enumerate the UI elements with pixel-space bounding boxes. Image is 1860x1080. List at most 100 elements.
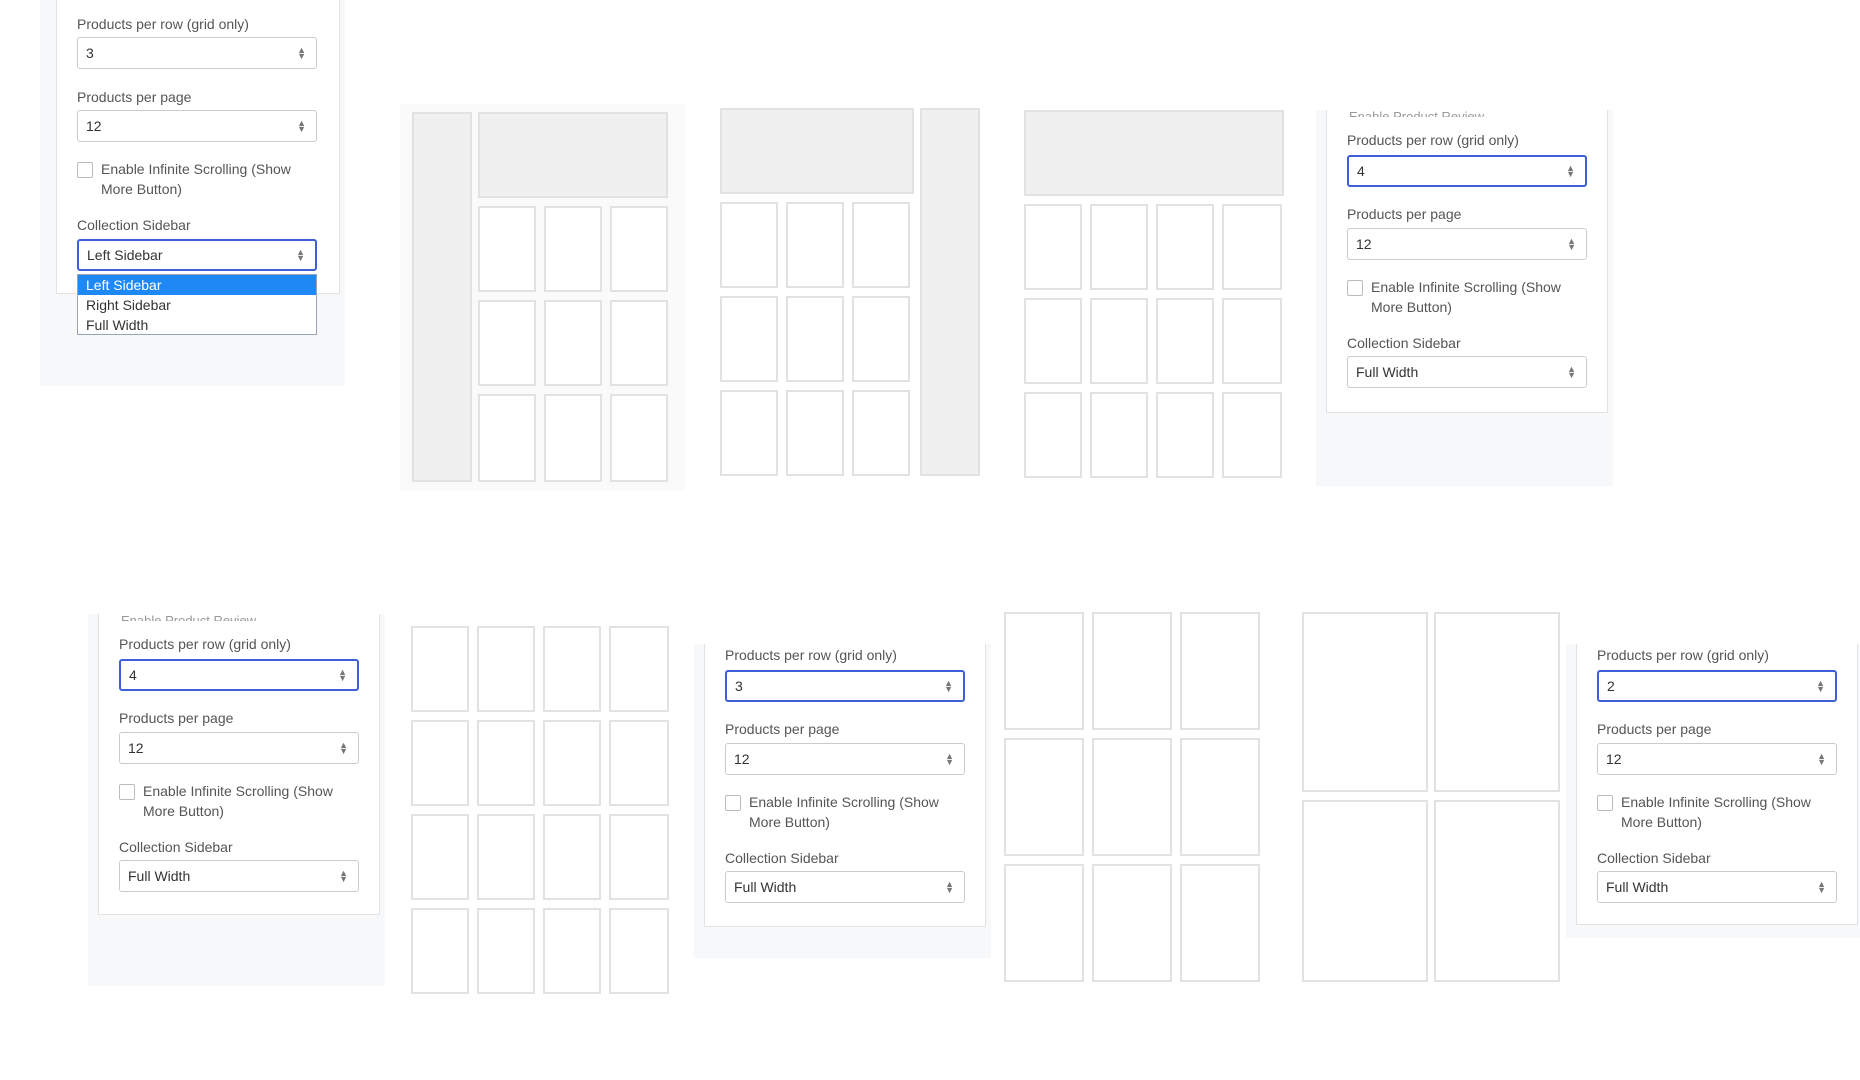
select-arrows-icon: ▲ ▼ xyxy=(297,45,306,61)
product-tile xyxy=(610,394,668,482)
products-per-row-label: Products per row (grid only) xyxy=(77,16,249,32)
collection-sidebar-select[interactable]: Full Width ▲ ▼ xyxy=(119,860,359,892)
dropdown-option-left-sidebar[interactable]: Left Sidebar xyxy=(78,275,316,295)
layout-preview-left-sidebar xyxy=(400,104,685,490)
products-per-row-value: 4 xyxy=(1357,163,1365,179)
sidebar-block xyxy=(920,108,980,476)
select-arrows-icon: ▲ ▼ xyxy=(945,751,954,767)
product-tile xyxy=(478,300,536,386)
dropdown-option-right-sidebar[interactable]: Right Sidebar xyxy=(78,295,316,315)
products-per-page-value: 12 xyxy=(1356,236,1372,252)
collection-sidebar-value: Full Width xyxy=(1356,364,1419,380)
settings-panel-3: Enable Product Review Products per row (… xyxy=(98,614,380,915)
product-tile xyxy=(1090,392,1148,478)
products-per-row-select[interactable]: 3 ▲ ▼ xyxy=(77,37,317,69)
layout-preview-3-col-grid xyxy=(1004,612,1262,982)
product-tile xyxy=(1156,298,1214,384)
product-tile xyxy=(1024,298,1082,384)
products-per-page-select[interactable]: 12 ▲ ▼ xyxy=(1347,228,1587,260)
dropdown-option-full-width[interactable]: Full Width xyxy=(78,315,316,335)
products-per-page-value: 12 xyxy=(128,740,144,756)
enable-product-review-label: Enable Product Review xyxy=(121,614,256,621)
collection-sidebar-select[interactable]: Left Sidebar ▲ ▼ xyxy=(77,239,317,271)
product-tile xyxy=(1434,612,1560,792)
products-per-page-label: Products per page xyxy=(119,710,234,726)
collection-sidebar-select[interactable]: Full Width ▲ ▼ xyxy=(725,871,965,903)
product-tile xyxy=(1092,612,1172,730)
products-per-page-label: Products per page xyxy=(77,89,192,105)
product-tile xyxy=(610,206,668,292)
infinite-scroll-checkbox[interactable] xyxy=(1347,280,1363,296)
product-tile xyxy=(1092,738,1172,856)
products-per-page-value: 12 xyxy=(734,751,750,767)
products-per-row-select[interactable]: 4 ▲ ▼ xyxy=(1347,155,1587,187)
layout-preview-2-col-grid xyxy=(1302,612,1560,982)
select-arrows-icon: ▲ ▼ xyxy=(339,740,348,756)
collection-sidebar-value: Full Width xyxy=(1606,879,1669,895)
products-per-row-label: Products per row (grid only) xyxy=(1597,647,1769,663)
products-per-row-label: Products per row (grid only) xyxy=(725,647,897,663)
product-tile xyxy=(543,908,601,994)
product-tile xyxy=(720,202,778,288)
product-tile xyxy=(1090,204,1148,290)
products-per-page-select[interactable]: 12 ▲ ▼ xyxy=(119,732,359,764)
product-tile xyxy=(544,394,602,482)
product-tile xyxy=(609,814,669,900)
product-tile xyxy=(1156,392,1214,478)
select-arrows-icon: ▲ ▼ xyxy=(338,667,347,683)
collection-sidebar-select[interactable]: Full Width ▲ ▼ xyxy=(1597,871,1837,903)
product-tile xyxy=(411,626,469,712)
products-per-row-select[interactable]: 3 ▲ ▼ xyxy=(725,670,965,702)
products-per-row-value: 4 xyxy=(129,667,137,683)
collection-sidebar-value: Full Width xyxy=(734,879,797,895)
settings-panel-5: Products per row (grid only) 2 ▲ ▼ Produc… xyxy=(1576,644,1858,925)
infinite-scroll-label: Enable Infinite Scrolling (Show More Butt… xyxy=(749,794,939,830)
product-tile xyxy=(1004,864,1084,982)
infinite-scroll-checkbox[interactable] xyxy=(725,795,741,811)
product-tile xyxy=(1004,738,1084,856)
product-tile xyxy=(1302,800,1428,982)
infinite-scroll-checkbox[interactable] xyxy=(1597,795,1613,811)
settings-panel-4: Products per row (grid only) 3 ▲ ▼ Produc… xyxy=(704,644,986,927)
product-tile xyxy=(478,394,536,482)
product-tile xyxy=(1222,392,1282,478)
product-tile xyxy=(1434,800,1560,982)
infinite-scroll-checkbox[interactable] xyxy=(119,784,135,800)
products-per-row-select[interactable]: 4 ▲ ▼ xyxy=(119,659,359,691)
products-per-page-select[interactable]: 12 ▲ ▼ xyxy=(725,743,965,775)
product-tile xyxy=(1222,298,1282,384)
products-per-page-select[interactable]: 12 ▲ ▼ xyxy=(77,110,317,142)
product-tile xyxy=(1024,204,1082,290)
settings-panel-2: Enable Product Review Products per row (… xyxy=(1326,110,1608,413)
product-tile xyxy=(1180,612,1260,730)
collection-sidebar-select[interactable]: Full Width ▲ ▼ xyxy=(1347,356,1587,388)
products-per-page-label: Products per page xyxy=(1597,721,1712,737)
select-arrows-icon: ▲ ▼ xyxy=(339,868,348,884)
product-tile xyxy=(720,296,778,382)
products-per-row-label: Products per row (grid only) xyxy=(1347,132,1519,148)
select-arrows-icon: ▲ ▼ xyxy=(1817,751,1826,767)
infinite-scroll-checkbox[interactable] xyxy=(77,162,93,178)
products-per-row-value: 2 xyxy=(1607,678,1615,694)
product-tile xyxy=(609,720,669,806)
collection-sidebar-label: Collection Sidebar xyxy=(77,217,191,233)
select-arrows-icon: ▲ ▼ xyxy=(297,118,306,134)
products-per-page-label: Products per page xyxy=(725,721,840,737)
sidebar-dropdown-list: Left Sidebar Right Sidebar Full Width xyxy=(77,274,317,335)
banner-block xyxy=(1024,110,1284,196)
infinite-scroll-label: Enable Infinite Scrolling (Show More Butt… xyxy=(1371,279,1561,315)
product-tile xyxy=(852,390,910,476)
product-tile xyxy=(411,908,469,994)
products-per-page-select[interactable]: 12 ▲ ▼ xyxy=(1597,743,1837,775)
select-arrows-icon: ▲ ▼ xyxy=(945,879,954,895)
product-tile xyxy=(1090,298,1148,384)
collection-sidebar-value: Left Sidebar xyxy=(87,247,163,263)
product-tile xyxy=(543,626,601,712)
products-per-row-select[interactable]: 2 ▲ ▼ xyxy=(1597,670,1837,702)
infinite-scroll-label: Enable Infinite Scrolling (Show More Butt… xyxy=(1621,794,1811,830)
product-tile xyxy=(1004,612,1084,730)
product-tile xyxy=(411,720,469,806)
settings-panel-1: Products per row (grid only) 3 ▲ ▼ Produc… xyxy=(56,0,340,294)
product-tile xyxy=(609,626,669,712)
product-tile xyxy=(1302,612,1428,792)
